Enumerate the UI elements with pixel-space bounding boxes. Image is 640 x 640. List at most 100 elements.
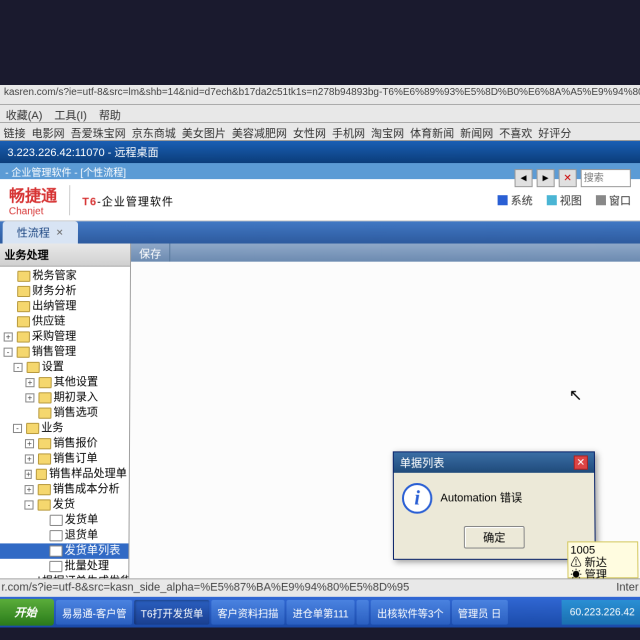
tree-label: 发货单 bbox=[65, 513, 99, 528]
bookmark-item[interactable]: 女性网 bbox=[293, 125, 326, 138]
status-left: r.com/s?ie=utf-8&src=kasn_side_alpha=%E5… bbox=[1, 581, 409, 594]
tree-item[interactable]: + 销售报价 bbox=[0, 436, 129, 451]
tree-item[interactable]: 发货单列表 bbox=[0, 543, 128, 558]
tree-item[interactable]: -业务 bbox=[0, 421, 129, 436]
notification-popup[interactable]: 1005 ⚠ 新达 ☀ 管理 bbox=[567, 541, 638, 578]
taskbar-task[interactable]: 易易通-客户管 bbox=[56, 600, 133, 625]
tree-item[interactable]: + 销售订单 bbox=[0, 451, 129, 466]
taskbar: 开始 易易通-客户管T6打开发货单客户资料扫描进仓单第111 出核软件等3个管理员… bbox=[0, 597, 640, 628]
menu-fav[interactable]: 收藏(A) bbox=[6, 107, 43, 120]
expand-icon[interactable]: - bbox=[13, 424, 22, 433]
document-tabs: 性流程✕ bbox=[0, 221, 640, 243]
ok-button[interactable]: 确定 bbox=[464, 526, 525, 549]
tree-item[interactable]: 税务管家 bbox=[0, 269, 130, 284]
tree-label: 出纳管理 bbox=[32, 299, 76, 314]
menu-help[interactable]: 帮助 bbox=[99, 107, 121, 120]
bookmark-item[interactable]: 链接 bbox=[4, 125, 26, 138]
bookmarks-bar: 链接 电影网 吾爱珠宝网 京东商城 美女图片 美容减肥网 女性网 手机网 淘宝网… bbox=[0, 123, 640, 141]
expand-icon[interactable]: - bbox=[24, 500, 33, 509]
tree-label: 批量处理 bbox=[64, 559, 109, 574]
folder-icon bbox=[38, 408, 51, 419]
bookmark-item[interactable]: 淘宝网 bbox=[371, 125, 404, 138]
expand-icon[interactable]: + bbox=[4, 332, 13, 341]
tree-label: 销售选项 bbox=[53, 406, 98, 421]
taskbar-task[interactable]: T6打开发货单 bbox=[134, 600, 209, 625]
tree-item[interactable]: 退货单 bbox=[0, 528, 129, 543]
bookmark-item[interactable]: 京东商城 bbox=[132, 125, 176, 138]
taskbar-task[interactable]: 管理员 日 bbox=[452, 600, 508, 625]
tree-item[interactable]: -发货 bbox=[0, 497, 129, 512]
close-icon[interactable]: ✕ bbox=[559, 169, 577, 187]
tree-item[interactable]: -销售管理 bbox=[0, 345, 130, 360]
system-tray[interactable]: 60.223.226.42 bbox=[562, 600, 640, 625]
tree-label: 销售报价 bbox=[53, 436, 98, 451]
app-title: T6-企业管理软件 bbox=[82, 188, 174, 211]
bookmark-item[interactable]: 新闻网 bbox=[460, 125, 493, 138]
cursor-icon: ↖ bbox=[569, 385, 583, 405]
dialog-message: Automation 错误 bbox=[440, 483, 522, 505]
folder-icon bbox=[17, 271, 30, 282]
tree-item[interactable]: 批量处理 bbox=[0, 559, 128, 574]
bookmark-item[interactable]: 电影网 bbox=[32, 125, 65, 138]
info-icon: i bbox=[402, 483, 432, 514]
folder-icon bbox=[49, 545, 62, 556]
tree-item[interactable]: +期初录入 bbox=[0, 390, 129, 405]
expand-icon[interactable]: + bbox=[25, 393, 34, 402]
folder-icon bbox=[17, 347, 30, 358]
taskbar-task[interactable] bbox=[357, 600, 369, 625]
tree-item[interactable]: 销售选项 bbox=[0, 406, 129, 421]
folder-icon bbox=[36, 469, 47, 480]
tree-item[interactable]: + 其他设置 bbox=[0, 375, 129, 390]
taskbar-task[interactable]: 客户资料扫描 bbox=[211, 600, 284, 625]
bookmark-item[interactable]: 美女图片 bbox=[182, 125, 226, 138]
nav-fwd-icon[interactable]: ► bbox=[537, 169, 555, 187]
menu-tools[interactable]: 工具(I) bbox=[54, 107, 87, 120]
search-input[interactable] bbox=[581, 169, 631, 187]
brand-en: Chanjet bbox=[9, 206, 57, 217]
bookmark-item[interactable]: 体育新闻 bbox=[410, 125, 454, 138]
browser-address: kasren.com/s?ie=utf-8&src=lm&shb=14&nid=… bbox=[0, 85, 640, 105]
folder-icon bbox=[26, 423, 39, 434]
start-button[interactable]: 开始 bbox=[0, 599, 54, 626]
folder-icon bbox=[38, 392, 51, 403]
bookmark-item[interactable]: 美容减肥网 bbox=[232, 125, 287, 138]
tree-label: 设置 bbox=[42, 360, 64, 375]
expand-icon[interactable]: - bbox=[4, 348, 13, 357]
tree-item[interactable]: 发货单 bbox=[0, 513, 129, 528]
main-tab-save[interactable]: 保存 bbox=[131, 244, 170, 262]
tree-item[interactable]: +采购管理 bbox=[0, 329, 130, 344]
bookmark-item[interactable]: 不喜欢 bbox=[499, 125, 532, 138]
tab-flow[interactable]: 性流程✕ bbox=[3, 221, 78, 243]
tree-item[interactable]: - 设置 bbox=[0, 360, 129, 375]
tree-item[interactable]: +销售样品处理单 bbox=[0, 467, 129, 482]
taskbar-task[interactable]: 出核软件等3个 bbox=[371, 600, 450, 625]
tree-label: 其他设置 bbox=[54, 375, 98, 390]
header-system[interactable]: 系统 bbox=[498, 192, 533, 208]
header-view[interactable]: 视图 bbox=[547, 192, 582, 208]
tree-item[interactable]: 财务分析 bbox=[0, 284, 130, 299]
folder-icon bbox=[49, 530, 62, 541]
bookmark-item[interactable]: 吾爱珠宝网 bbox=[71, 125, 126, 138]
expand-icon[interactable]: + bbox=[25, 378, 34, 387]
expand-icon[interactable]: - bbox=[13, 363, 22, 372]
nav-back-icon[interactable]: ◄ bbox=[514, 169, 532, 187]
taskbar-task[interactable]: 进仓单第111 bbox=[286, 600, 354, 625]
tree-label: 财务分析 bbox=[32, 284, 76, 299]
expand-icon[interactable]: + bbox=[25, 470, 33, 479]
bookmark-item[interactable]: 手机网 bbox=[332, 125, 365, 138]
bookmark-item[interactable]: 好评分 bbox=[538, 125, 571, 138]
tree-label: 销售订单 bbox=[53, 451, 98, 466]
tree-item[interactable]: +销售成本分析 bbox=[0, 482, 129, 497]
sidebar-header: 业务处理 bbox=[0, 244, 130, 267]
expand-icon[interactable]: + bbox=[25, 485, 34, 494]
tree-item[interactable]: 供应链 bbox=[0, 314, 130, 329]
expand-icon[interactable]: + bbox=[25, 439, 34, 448]
tab-close-icon[interactable]: ✕ bbox=[56, 227, 64, 238]
status-right: Inter bbox=[616, 581, 638, 594]
dialog-close-icon[interactable]: ✕ bbox=[574, 455, 588, 469]
header-window[interactable]: 窗口 bbox=[596, 192, 631, 208]
folder-icon bbox=[17, 286, 30, 297]
expand-icon[interactable]: + bbox=[25, 454, 34, 463]
error-dialog: 单据列表 ✕ i Automation 错误 确定 bbox=[393, 451, 596, 559]
tree-item[interactable]: 出纳管理 bbox=[0, 299, 130, 314]
